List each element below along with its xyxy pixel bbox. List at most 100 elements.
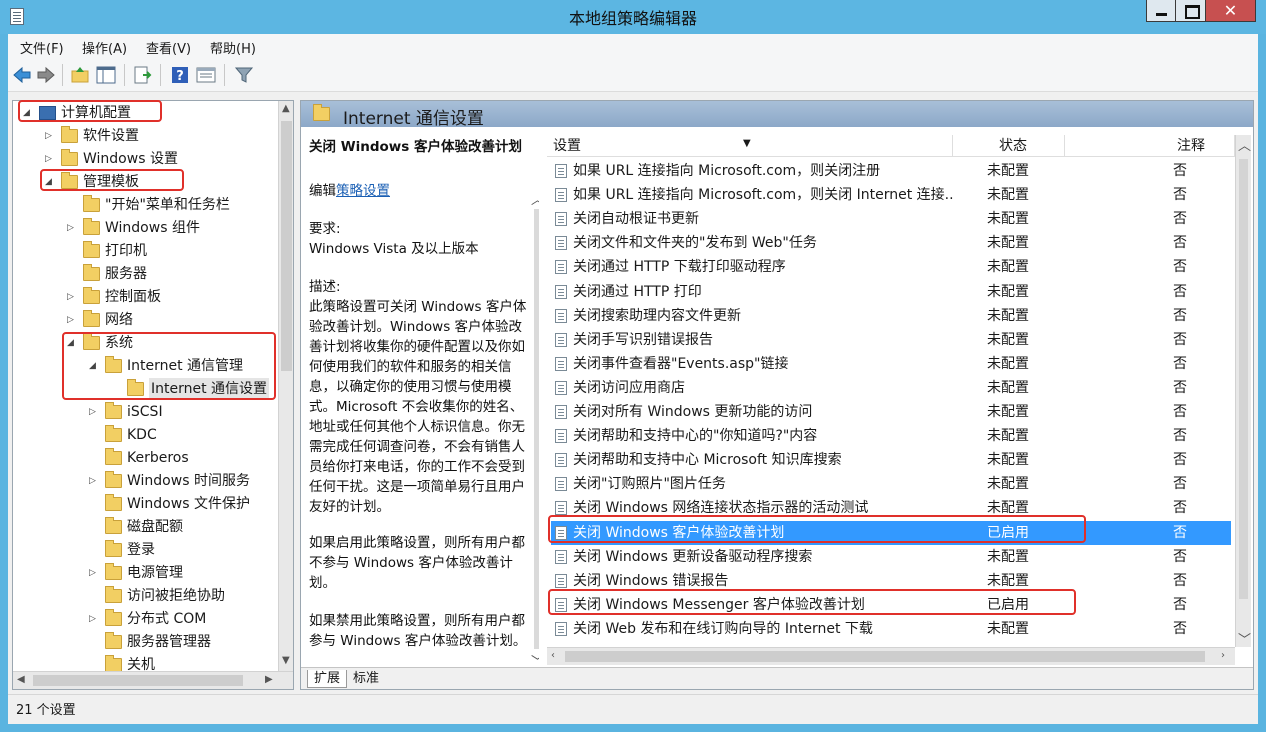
table-row[interactable]: 关闭搜索助理内容文件更新 未配置 否 [551,304,1231,328]
column-header-state[interactable]: 状态 [953,135,1065,157]
scroll-thumb[interactable] [534,209,539,649]
table-row[interactable]: 关闭对所有 Windows 更新功能的访问 未配置 否 [551,400,1231,424]
column-header-setting[interactable]: 设置 ▼ [547,135,953,157]
expanded-icon[interactable]: ◢ [67,332,77,354]
collapsed-icon[interactable]: ▷ [67,217,77,239]
tree-item-printers[interactable]: 打印机 [13,240,275,262]
filter-icon[interactable] [234,65,254,85]
collapsed-icon[interactable]: ▷ [67,309,77,331]
description-scrollbar[interactable]: ︿ ﹀ [529,189,539,665]
tree-item-windows-components[interactable]: ▷ Windows 组件 [13,217,275,239]
column-header-note[interactable]: 注释 [1065,135,1235,157]
table-row[interactable]: 关闭手写识别错误报告 未配置 否 [551,328,1231,352]
properties-icon[interactable] [196,65,216,85]
tree-item-admin-templates[interactable]: ◢ 管理模板 [13,171,275,193]
edit-policy-link[interactable]: 策略设置 [336,183,390,199]
scroll-up-icon[interactable]: ︿ [1238,135,1251,154]
table-row[interactable]: 关闭通过 HTTP 打印 未配置 否 [551,280,1231,304]
expanded-icon[interactable]: ◢ [89,355,99,377]
tree-item-iscsi[interactable]: ▷ iSCSI [13,401,275,423]
scroll-left-icon[interactable]: ‹ [551,650,555,661]
scroll-thumb[interactable] [281,121,292,371]
minimize-button[interactable] [1146,0,1176,22]
table-row[interactable]: 关闭 Windows 网络连接状态指示器的活动测试 未配置 否 [551,496,1231,520]
tree-item-server[interactable]: 服务器 [13,263,275,285]
back-arrow-icon[interactable] [12,65,32,85]
table-row[interactable]: 关闭"订购照片"图片任务 未配置 否 [551,472,1231,496]
menu-help[interactable]: 帮助(H) [210,38,256,57]
expanded-icon[interactable]: ◢ [45,171,55,193]
tree-horizontal-scrollbar[interactable]: ◀ ▶ [13,671,293,689]
table-row[interactable]: 关闭 Windows 客户体验改善计划 已启用 否 [551,520,1231,545]
collapsed-icon[interactable]: ▷ [45,148,55,170]
table-row[interactable]: 如果 URL 连接指向 Microsoft.com，则关闭 Internet 连… [551,183,1231,207]
tree-item-internet-comm-mgmt[interactable]: ◢ Internet 通信管理 [13,355,275,377]
scroll-right-icon[interactable]: › [1221,650,1225,661]
table-row[interactable]: 关闭事件查看器"Events.asp"链接 未配置 否 [551,352,1231,376]
scroll-thumb[interactable] [565,651,1205,662]
tree-vertical-scrollbar[interactable]: ▲ ▼ [278,101,293,671]
close-button[interactable]: ✕ [1206,0,1256,22]
tree-item-windows-settings[interactable]: ▷ Windows 设置 [13,148,275,170]
collapsed-icon[interactable]: ▷ [89,562,99,584]
tree-item-power-mgmt[interactable]: ▷ 电源管理 [13,562,275,584]
list-vertical-scrollbar[interactable]: ︿ ﹀ [1235,135,1251,648]
tree-item-software-settings[interactable]: ▷ 软件设置 [13,125,275,147]
tree-item-server-manager[interactable]: 服务器管理器 [13,631,275,653]
table-row[interactable]: 关闭帮助和支持中心 Microsoft 知识库搜索 未配置 否 [551,448,1231,472]
tree-item-control-panel[interactable]: ▷ 控制面板 [13,286,275,308]
help-icon[interactable]: ? [170,65,190,85]
tree-item-internet-comm-settings[interactable]: Internet 通信设置 [13,378,275,400]
scroll-thumb[interactable] [1239,159,1248,599]
table-row[interactable]: 关闭通过 HTTP 下载打印驱动程序 未配置 否 [551,255,1231,279]
collapsed-icon[interactable]: ▷ [89,470,99,492]
expanded-icon[interactable]: ◢ [23,102,33,124]
menu-view[interactable]: 查看(V) [146,38,191,57]
show-hide-tree-icon[interactable] [96,65,116,85]
table-row[interactable]: 关闭帮助和支持中心的"你知道吗?"内容 未配置 否 [551,424,1231,448]
scroll-down-icon[interactable]: ﹀ [531,651,539,665]
table-row[interactable]: 关闭文件和文件夹的"发布到 Web"任务 未配置 否 [551,231,1231,255]
collapsed-icon[interactable]: ▷ [67,286,77,308]
table-row[interactable]: 关闭 Windows 更新设备驱动程序搜索 未配置 否 [551,545,1231,569]
export-list-icon[interactable] [132,65,152,85]
tree-item-system[interactable]: ◢ 系统 [13,332,275,354]
scroll-right-icon[interactable]: ▶ [265,674,273,685]
collapsed-icon[interactable]: ▷ [89,401,99,423]
table-row[interactable]: 关闭 Web 发布和在线订购向导的 Internet 下载 未配置 否 [551,617,1231,641]
table-row[interactable]: 如果 URL 连接指向 Microsoft.com，则关闭注册 未配置 否 [551,159,1231,183]
table-row[interactable]: 关闭 Windows 错误报告 未配置 否 [551,569,1231,593]
tree-item-network[interactable]: ▷ 网络 [13,309,275,331]
state-cell: 未配置 [987,428,1029,445]
tree-item-windows-time[interactable]: ▷ Windows 时间服务 [13,470,275,492]
state-cell: 已启用 [987,596,1029,613]
collapsed-icon[interactable]: ▷ [89,608,99,630]
tree-item-windows-file-protection[interactable]: Windows 文件保护 [13,493,275,515]
tree-item-distributed-com[interactable]: ▷ 分布式 COM [13,608,275,630]
table-row[interactable]: 关闭 Windows Messenger 客户体验改善计划 已启用 否 [551,593,1231,617]
scroll-down-icon[interactable]: ﹀ [1238,629,1251,648]
folder-up-icon[interactable] [70,65,90,85]
tab-standard[interactable]: 标准 [347,670,385,688]
scroll-up-icon[interactable]: ︿ [531,189,539,208]
maximize-button[interactable] [1176,0,1206,22]
tree-item-kdc[interactable]: KDC [13,424,275,446]
tree-item-computer-config[interactable]: ◢ 计算机配置 [13,102,275,124]
menu-action[interactable]: 操作(A) [82,38,127,57]
scroll-left-icon[interactable]: ◀ [17,674,25,685]
tree-item-access-denied[interactable]: 访问被拒绝协助 [13,585,275,607]
tab-extended[interactable]: 扩展 [307,670,348,688]
forward-arrow-icon[interactable] [36,65,56,85]
scroll-up-icon[interactable]: ▲ [282,103,290,114]
collapsed-icon[interactable]: ▷ [45,125,55,147]
tree-item-start-menu[interactable]: "开始"菜单和任务栏 [13,194,275,216]
scroll-thumb[interactable] [33,675,243,686]
table-row[interactable]: 关闭访问应用商店 未配置 否 [551,376,1231,400]
list-horizontal-scrollbar[interactable]: ‹ › [547,647,1235,665]
tree-item-logon[interactable]: 登录 [13,539,275,561]
table-row[interactable]: 关闭自动根证书更新 未配置 否 [551,207,1231,231]
tree-item-kerberos[interactable]: Kerberos [13,447,275,469]
tree-item-disk-quota[interactable]: 磁盘配额 [13,516,275,538]
menu-file[interactable]: 文件(F) [20,38,64,57]
scroll-down-icon[interactable]: ▼ [282,655,290,666]
